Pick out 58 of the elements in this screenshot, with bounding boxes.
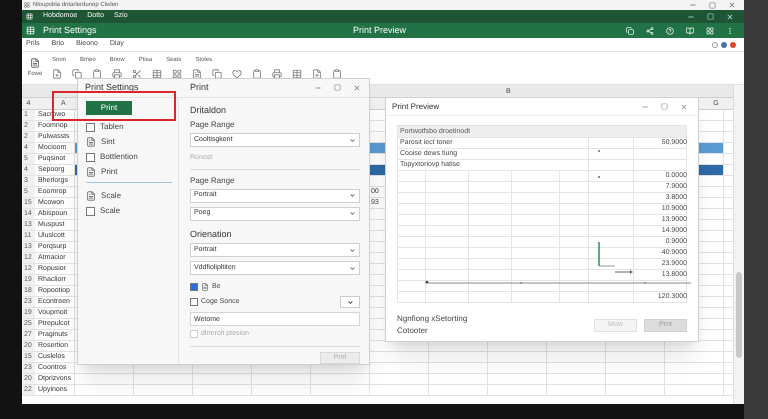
page-icon <box>86 191 96 201</box>
checkbox[interactable] <box>190 298 198 306</box>
chevron-down-icon <box>349 192 356 199</box>
print-button[interactable]: Print <box>86 100 132 114</box>
chevron-down-icon <box>349 264 356 272</box>
checkbox[interactable] <box>86 206 95 216</box>
nav-item-label[interactable]: Tablen <box>100 121 124 133</box>
toolbar-icon[interactable] <box>232 69 242 79</box>
chevron-down-icon <box>349 210 356 217</box>
pane-title: Print <box>189 81 210 94</box>
page-icon <box>86 167 96 177</box>
chevron-down-icon <box>349 136 356 144</box>
toolbar-icon[interactable] <box>172 69 182 79</box>
nav-item-label[interactable]: Bottlention <box>100 151 138 163</box>
checkbox[interactable] <box>86 152 95 162</box>
spreadsheet-icon <box>26 26 35 35</box>
help-icon[interactable] <box>666 26 674 34</box>
nav-item-label[interactable]: Sint <box>101 136 115 148</box>
nav-item-label[interactable]: Scale <box>101 190 122 202</box>
checkbox[interactable] <box>190 283 198 291</box>
close-icon[interactable] <box>728 1 736 9</box>
footer-text: Ngnfiong xSetorting <box>397 313 468 325</box>
app-title: Print Preview <box>353 24 408 37</box>
maximize-icon[interactable] <box>661 103 668 110</box>
toolbar-icon[interactable] <box>52 69 62 79</box>
toolbar-icon[interactable] <box>212 69 222 79</box>
toolbar-icon[interactable] <box>312 69 322 79</box>
close-icon[interactable] <box>680 102 688 110</box>
checkbox[interactable] <box>86 122 95 132</box>
toolbar-icon[interactable] <box>112 69 122 79</box>
share-icon[interactable] <box>646 26 654 34</box>
nav-item-label[interactable]: Print <box>101 166 118 178</box>
document-icon <box>30 58 40 68</box>
book-icon[interactable] <box>686 26 694 34</box>
toolbar-icon[interactable] <box>132 69 142 79</box>
footer-text: Cotooter <box>397 325 429 337</box>
page-icon <box>201 283 209 291</box>
dialog-title: Print Preview <box>391 100 440 112</box>
toolbar-icon[interactable] <box>272 69 282 79</box>
chevron-down-icon <box>346 298 354 306</box>
toolbar-icon[interactable] <box>192 69 202 79</box>
dialog-title: Print Settings <box>84 81 140 94</box>
app-icon <box>24 2 30 8</box>
scrollbar[interactable] <box>733 85 744 404</box>
maximize-icon[interactable] <box>334 84 341 92</box>
grid-icon <box>26 13 33 20</box>
copy-icon[interactable] <box>626 26 634 34</box>
section-heading: Orienation <box>190 228 233 240</box>
toolbar-icon[interactable] <box>72 69 82 79</box>
close-icon[interactable] <box>353 84 361 92</box>
field-label: Page Range <box>190 119 236 131</box>
app-title: Print Settings <box>43 24 98 37</box>
chevron-down-icon <box>349 246 356 254</box>
section-heading: Dritaldon <box>190 104 228 116</box>
field-label: Page Range <box>190 174 236 186</box>
nav-item-label[interactable]: Scale <box>100 205 120 217</box>
grid-icon[interactable] <box>706 26 714 34</box>
page-icon <box>86 137 96 147</box>
